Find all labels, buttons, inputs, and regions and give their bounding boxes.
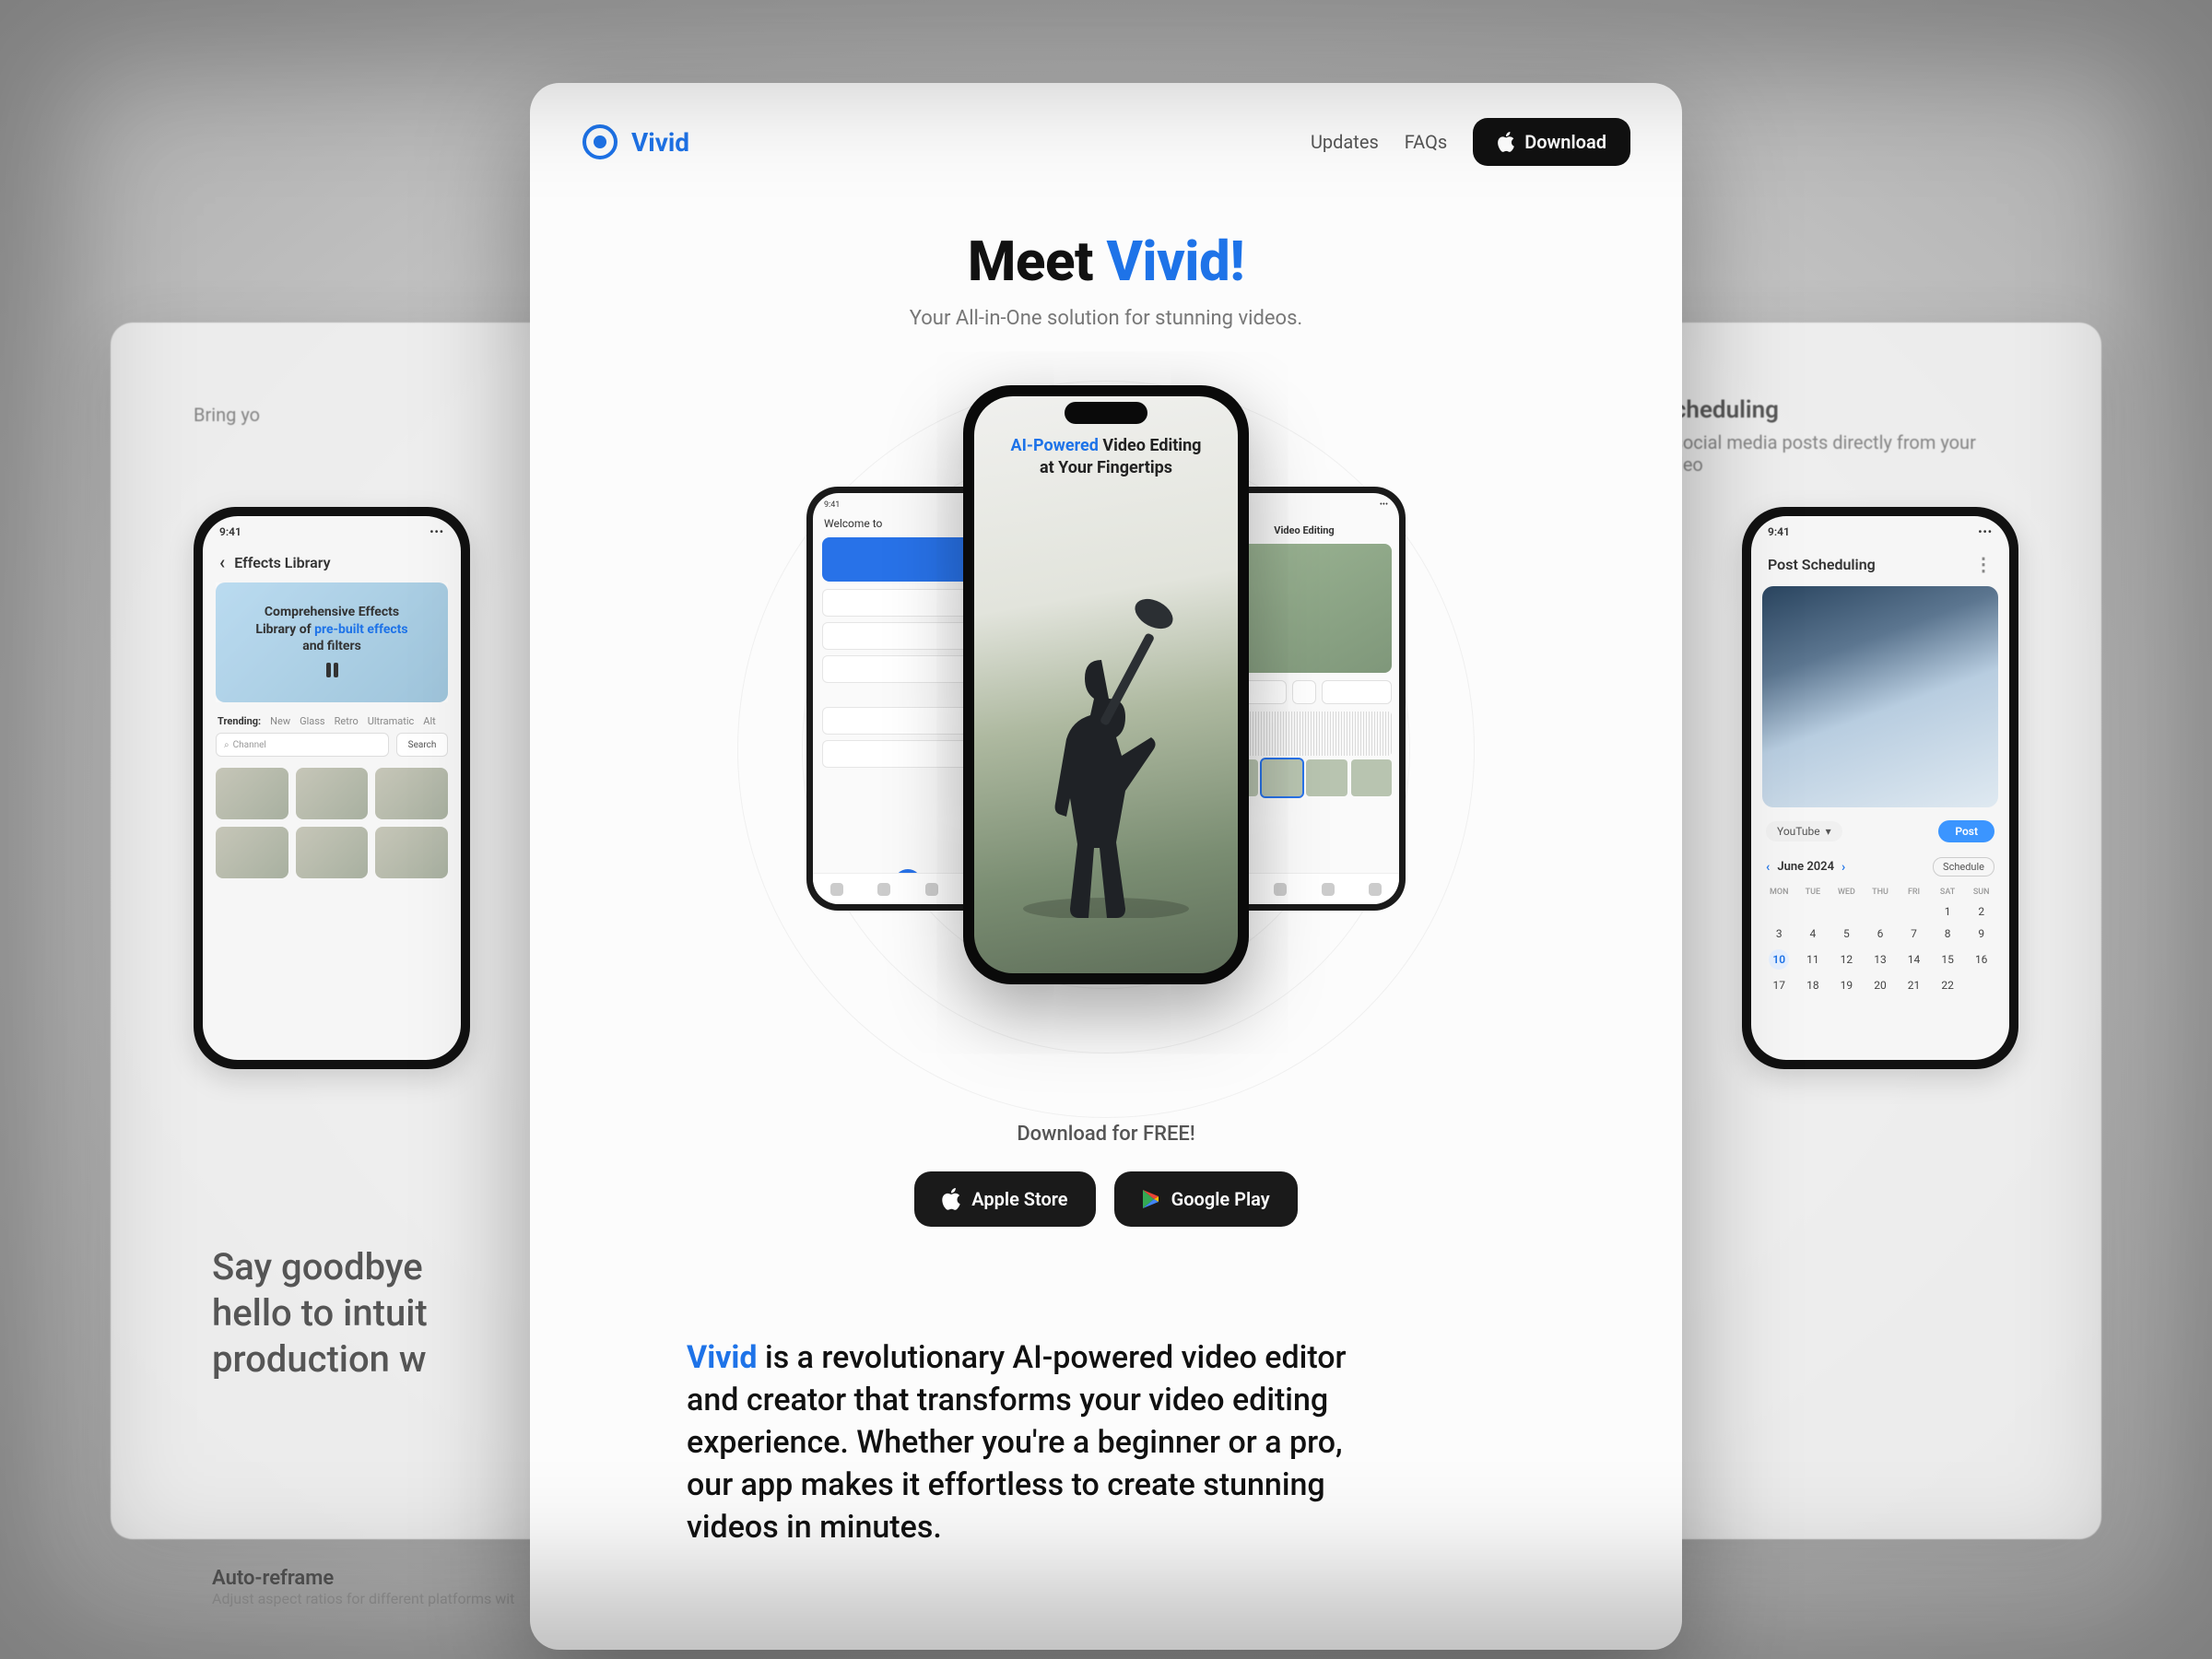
chevron-down-icon: ▾ [1826, 825, 1831, 838]
status-icons [1978, 525, 1993, 538]
scheduling-video-preview [1762, 586, 1998, 807]
effects-tags: Trending: New Glass Retro Ultramatic Alt [203, 702, 461, 733]
google-play-label: Google Play [1171, 1188, 1270, 1210]
nav-faqs[interactable]: FAQs [1405, 131, 1447, 153]
header: Vivid Updates FAQs Download [530, 83, 1682, 201]
back-icon: ‹ [219, 551, 225, 573]
hero-title: Meet Vivid! [530, 229, 1682, 294]
phone-notch [1065, 402, 1147, 424]
phone-stage: 9:41••• Welcome to 9:41••• Video Editing [530, 385, 1682, 1086]
left-phone-title: Effects Library [234, 554, 330, 571]
center-phone: AI-Powered Video Editing at Your Fingert… [963, 385, 1249, 984]
effects-search-input: ⌕ Channel [216, 733, 389, 757]
right-phone-title: Post Scheduling [1768, 556, 1876, 573]
effects-grid [203, 757, 461, 889]
person-silhouette [1014, 586, 1198, 918]
effects-search-button: Search [396, 733, 448, 757]
apple-icon [942, 1188, 960, 1210]
status-bar: 9:41 [1751, 516, 2009, 547]
right-phone-mockup: 9:41 Post Scheduling ⋮ YouTube▾ Post ‹ J… [1742, 507, 2018, 1069]
pause-icon [323, 663, 341, 681]
brand[interactable]: Vivid [582, 124, 689, 160]
post-button: Post [1938, 820, 1994, 842]
schedule-button: Schedule [1933, 857, 1994, 877]
right-panel-sub: e social media posts directly from your … [1659, 431, 2018, 476]
calendar-month: June 2024 [1777, 860, 1834, 874]
description-paragraph: Vivid is a revolutionary AI-powered vide… [530, 1227, 1682, 1548]
status-icons [429, 525, 444, 538]
platform-select: YouTube▾ [1766, 821, 1842, 841]
right-panel-title: Scheduling [1659, 396, 2018, 424]
left-phone-heading: ‹ Effects Library [203, 547, 461, 582]
main-landing-card: Vivid Updates FAQs Download Meet Vivid! … [530, 83, 1682, 1650]
status-time: 9:41 [1768, 525, 1790, 538]
brand-name: Vivid [631, 127, 689, 158]
calendar: MONTUE WEDTHU FRISAT SUN 12 3456789 1011… [1751, 884, 2009, 996]
more-icon: ⋮ [1974, 553, 1993, 575]
download-button[interactable]: Download [1473, 118, 1630, 166]
left-phone-mockup: 9:41 ‹ Effects Library Comprehensive Eff… [194, 507, 470, 1069]
effects-search-row: ⌕ Channel Search [203, 733, 461, 757]
apple-icon [1497, 132, 1515, 152]
brand-logo-icon [582, 124, 618, 160]
status-time: 9:41 [219, 525, 241, 538]
apple-store-label: Apple Store [971, 1188, 1067, 1210]
nav-updates[interactable]: Updates [1311, 131, 1379, 153]
apple-store-button[interactable]: Apple Store [914, 1171, 1095, 1227]
google-play-icon [1142, 1189, 1160, 1209]
chevron-left-icon: ‹ [1766, 860, 1770, 875]
chevron-right-icon: › [1841, 860, 1845, 875]
effects-banner: Comprehensive Effects Library of pre-bui… [216, 582, 448, 702]
hero: Meet Vivid! Your All-in-One solution for… [530, 229, 1682, 330]
download-button-label: Download [1524, 131, 1606, 153]
play-icon [1292, 680, 1316, 704]
google-play-button[interactable]: Google Play [1114, 1171, 1298, 1227]
status-bar: 9:41 [203, 516, 461, 547]
hero-subtitle: Your All-in-One solution for stunning vi… [530, 307, 1682, 330]
center-phone-headline: AI-Powered Video Editing at Your Fingert… [974, 435, 1238, 480]
